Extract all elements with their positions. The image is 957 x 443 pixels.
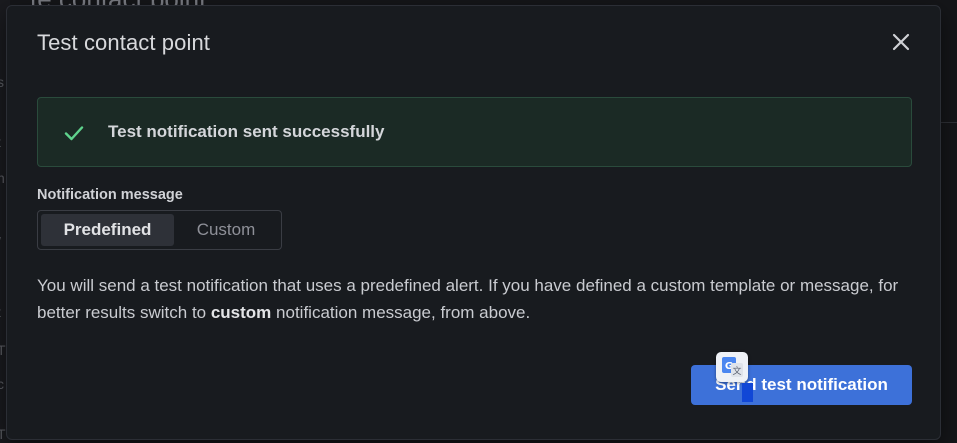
description-emphasis: custom	[210, 303, 272, 322]
text-cursor-highlight	[742, 383, 753, 402]
description-text: You will send a test notification that u…	[37, 272, 917, 326]
description-part-2: notification message, from above.	[271, 303, 531, 322]
close-button[interactable]	[889, 30, 913, 54]
background-text-fragment: T	[0, 342, 6, 358]
option-predefined[interactable]: Predefined	[41, 214, 174, 246]
notification-message-label: Notification message	[37, 187, 183, 203]
background-text-fragment: c	[0, 376, 4, 392]
test-contact-point-modal: Test contact point Test notification sen…	[6, 5, 941, 440]
background-text-fragment: t	[0, 304, 1, 320]
success-alert: Test notification sent successfully	[37, 97, 912, 167]
background-text-fragment: n	[0, 170, 5, 186]
svg-text:文: 文	[732, 365, 741, 377]
google-translate-widget[interactable]: G 文	[716, 352, 748, 382]
alert-message: Test notification sent successfully	[108, 122, 385, 141]
check-icon	[64, 126, 84, 141]
background-divider	[940, 122, 957, 123]
close-icon[interactable]	[889, 30, 913, 54]
background-text-fragment: s	[0, 74, 4, 90]
background-text-fragment: /	[0, 234, 1, 250]
background-text-fragment: t	[0, 134, 1, 150]
google-translate-icon[interactable]: G 文	[716, 352, 748, 382]
background-text-fragment: T	[0, 426, 6, 442]
option-custom[interactable]: Custom	[174, 214, 278, 246]
notification-message-radio-group: Predefined Custom	[37, 210, 282, 250]
modal-title: Test contact point	[37, 30, 211, 55]
